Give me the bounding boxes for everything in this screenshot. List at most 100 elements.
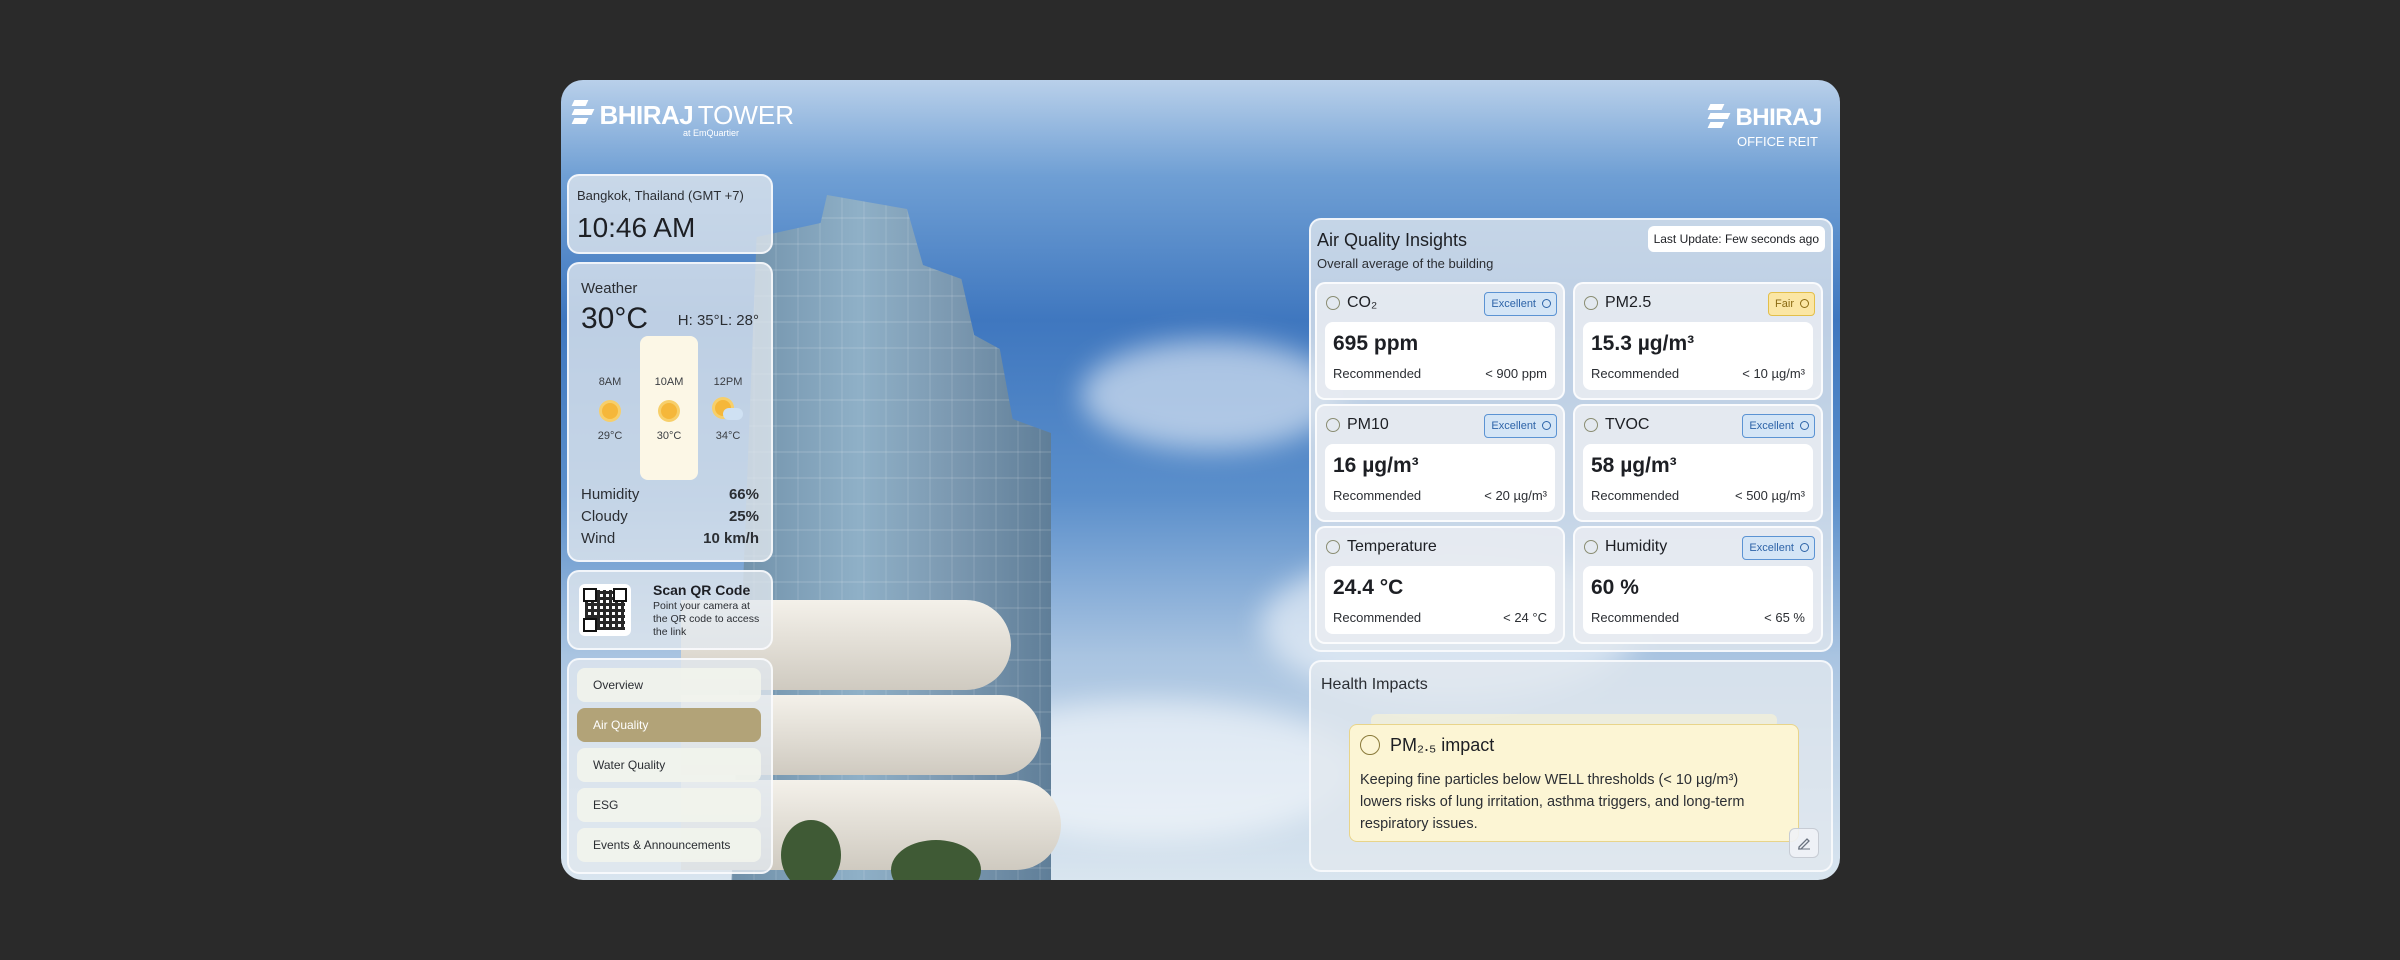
weather-title: Weather: [581, 280, 638, 297]
metric-name: PM10: [1347, 416, 1389, 433]
location-label: Bangkok, Thailand (GMT +7): [577, 188, 744, 203]
metric-value-box: 58 µg/m³ Recommended < 500 µg/m³: [1583, 444, 1813, 512]
metric-card-tvoc[interactable]: TVOC Excellent 58 µg/m³ Recommended < 50…: [1573, 404, 1823, 522]
qr-code-icon: [579, 584, 631, 636]
metric-value: 24.4 °C: [1333, 576, 1404, 599]
nav-menu: Overview Air Quality Water Quality ESG E…: [567, 658, 773, 874]
metric-value: 695 ppm: [1333, 332, 1419, 355]
metric-value-box: 15.3 µg/m³ Recommended < 10 µg/m³: [1583, 322, 1813, 390]
sun-icon: [597, 398, 623, 424]
metric-value-box: 24.4 °C Recommended < 24 °C: [1325, 566, 1555, 634]
recommended-value: < 24 °C: [1503, 610, 1547, 625]
co2-icon: [1326, 296, 1340, 310]
air-quality-title: Air Quality Insights: [1317, 230, 1468, 250]
brand-mark-icon: [1707, 104, 1731, 130]
metric-value-box: 60 % Recommended < 65 %: [1583, 566, 1813, 634]
metric-value: 16 µg/m³: [1333, 454, 1419, 477]
metric-card-humidity[interactable]: Humidity Excellent 60 % Recommended < 65…: [1573, 526, 1823, 644]
metric-name: CO₂: [1347, 294, 1378, 311]
recommended-label: Recommended: [1333, 488, 1422, 503]
edit-button[interactable]: [1789, 828, 1819, 858]
stat-humidity: Humidity 66%: [581, 486, 759, 503]
tower-image: [731, 195, 1051, 880]
metric-name: Temperature: [1347, 538, 1437, 555]
clock-card: Bangkok, Thailand (GMT +7) 10:46 AM: [567, 174, 773, 254]
kiosk-screen: BHIRAJ TOWER at EmQuartier BHIRAJ OFFICE…: [561, 80, 1840, 880]
last-update-badge: Last Update: Few seconds ago: [1647, 226, 1825, 252]
stat-value: 25%: [728, 508, 759, 525]
status-badge: Excellent: [1742, 536, 1815, 560]
nav-item-air-quality[interactable]: Air Quality: [577, 708, 761, 742]
tower-logo-sub: at EmQuartier: [683, 128, 740, 138]
smile-icon: [1800, 543, 1809, 552]
recommended-label: Recommended: [1591, 610, 1680, 625]
weather-high-low: H: 35°L: 28°: [677, 312, 759, 329]
nav-item-overview[interactable]: Overview: [577, 668, 761, 702]
metric-name: TVOC: [1605, 416, 1650, 433]
hour-temp: 30°C: [656, 430, 682, 442]
recommended-value: < 10 µg/m³: [1742, 366, 1805, 381]
status-badge: Fair: [1768, 292, 1815, 316]
metric-value-box: 16 µg/m³ Recommended < 20 µg/m³: [1325, 444, 1555, 512]
air-quality-panel: Air Quality Insights Overall average of …: [1309, 218, 1833, 652]
tower-logo: BHIRAJ TOWER at EmQuartier: [571, 100, 794, 138]
nav-item-water-quality[interactable]: Water Quality: [577, 748, 761, 782]
neutral-face-icon: [1800, 299, 1809, 308]
smile-icon: [1542, 421, 1551, 430]
recommended-label: Recommended: [1333, 610, 1422, 625]
hour-forecast: 8AM 29°C: [581, 336, 639, 480]
tower-logo-name-2: TOWER: [697, 100, 794, 130]
recommended-value: < 500 µg/m³: [1735, 488, 1805, 503]
current-time: 10:46 AM: [577, 212, 696, 243]
stat-cloudy: Cloudy 25%: [581, 508, 759, 525]
qr-description: Point your camera at the QR code to acce…: [653, 600, 760, 638]
smile-icon: [1542, 299, 1551, 308]
reit-logo: BHIRAJ OFFICE REIT: [1707, 104, 1822, 149]
metric-value-box: 695 ppm Recommended < 900 ppm: [1325, 322, 1555, 390]
sun-icon: [656, 398, 682, 424]
hour-label: 12PM: [713, 376, 743, 388]
recommended-value: < 20 µg/m³: [1484, 488, 1547, 503]
smile-icon: [1800, 421, 1809, 430]
pm25-icon: [1360, 735, 1380, 755]
hour-temp: 34°C: [715, 430, 741, 442]
status-badge: Excellent: [1742, 414, 1815, 438]
thermometer-icon: [1326, 540, 1340, 554]
tower-logo-name: BHIRAJ: [599, 100, 694, 130]
brand-mark-icon: [571, 100, 595, 126]
metric-value: 60 %: [1591, 576, 1639, 599]
recommended-label: Recommended: [1591, 366, 1680, 381]
recommended-label: Recommended: [1333, 366, 1422, 381]
metric-card-pm10[interactable]: PM10 Excellent 16 µg/m³ Recommended < 20…: [1315, 404, 1565, 522]
hour-forecast-current: 10AM 30°C: [640, 336, 698, 480]
metric-value: 15.3 µg/m³: [1591, 332, 1695, 355]
nav-item-events[interactable]: Events & Announcements: [577, 828, 761, 862]
health-impacts-title: Health Impacts: [1321, 676, 1428, 693]
air-quality-subtitle: Overall average of the building: [1317, 256, 1494, 271]
weather-temp: 30°C: [581, 302, 649, 335]
edit-icon: [1798, 838, 1810, 850]
hour-label: 8AM: [598, 376, 622, 388]
stat-wind: Wind 10 km/h: [581, 530, 759, 547]
partly-cloudy-icon: [715, 398, 743, 424]
recommended-label: Recommended: [1591, 488, 1680, 503]
nav-item-esg[interactable]: ESG: [577, 788, 761, 822]
recommended-value: < 65 %: [1764, 610, 1805, 625]
metric-name: PM2.5: [1605, 294, 1652, 311]
stat-label: Humidity: [581, 486, 640, 503]
metric-card-pm25[interactable]: PM2.5 Fair 15.3 µg/m³ Recommended < 10 µ…: [1573, 282, 1823, 400]
health-impact-title: PM₂.₅ impact: [1390, 735, 1495, 755]
recommended-value: < 900 ppm: [1485, 366, 1547, 381]
stat-value: 10 km/h: [703, 530, 759, 547]
hour-label: 10AM: [654, 376, 684, 388]
metric-card-co2[interactable]: CO₂ Excellent 695 ppm Recommended < 900 …: [1315, 282, 1565, 400]
health-impact-card[interactable]: PM₂.₅ impact Keeping fine particles belo…: [1349, 724, 1799, 842]
pm10-icon: [1326, 418, 1340, 432]
weather-card: Weather 30°C H: 35°L: 28° 8AM 29°C 10AM …: [567, 262, 773, 562]
health-impacts-panel: Health Impacts PM₂.₅ impact Keeping fine…: [1309, 660, 1833, 872]
qr-card[interactable]: Scan QR Code Point your camera at the QR…: [567, 570, 773, 650]
hour-temp: 29°C: [597, 430, 623, 442]
metric-card-temperature[interactable]: Temperature 24.4 °C Recommended < 24 °C: [1315, 526, 1565, 644]
reit-logo-sub: OFFICE REIT: [1737, 134, 1818, 149]
humidity-icon: [1584, 540, 1598, 554]
